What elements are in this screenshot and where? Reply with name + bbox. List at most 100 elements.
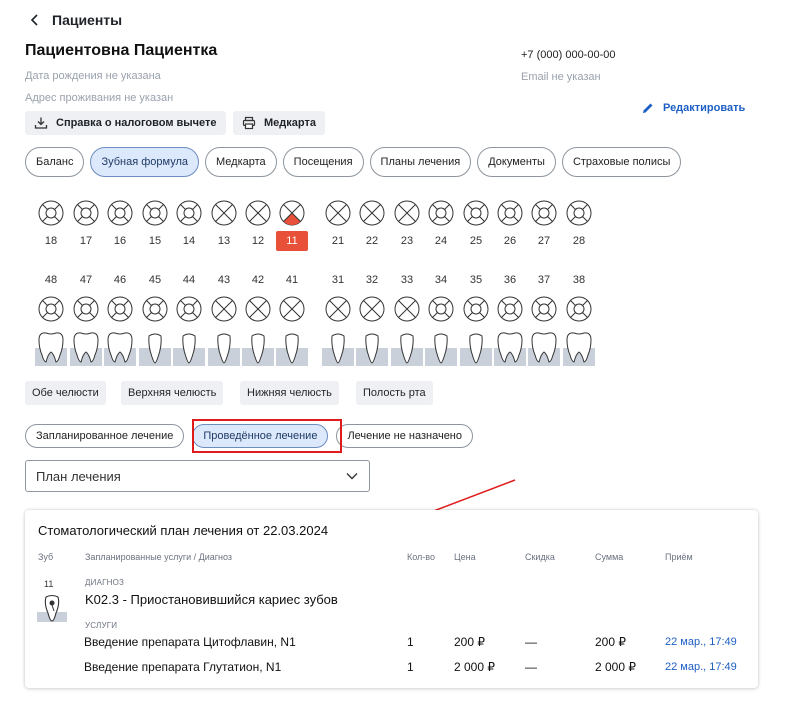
molar-root-icon[interactable] xyxy=(35,330,67,366)
tooth-number[interactable]: 42 xyxy=(245,270,271,290)
tooth-15-icon[interactable] xyxy=(142,200,168,226)
tab-treatment-plans[interactable]: Планы лечения xyxy=(369,147,472,177)
molar-root-icon[interactable] xyxy=(104,330,136,366)
tooth-number[interactable]: 12 xyxy=(245,231,271,251)
tooth-number[interactable]: 36 xyxy=(497,270,523,290)
tooth-number[interactable]: 22 xyxy=(359,231,385,251)
tooth-number[interactable]: 43 xyxy=(211,270,237,290)
tooth-number[interactable]: 15 xyxy=(142,231,168,251)
tooth-24-icon[interactable] xyxy=(428,200,454,226)
tab-dental-formula[interactable]: Зубная формула xyxy=(90,147,199,177)
tooth-number[interactable]: 11 xyxy=(276,231,308,251)
tooth-number[interactable]: 34 xyxy=(428,270,454,290)
jaw-lower-button[interactable]: Нижняя челюсть xyxy=(240,381,339,405)
tooth-root-icon[interactable] xyxy=(356,330,388,366)
oral-cavity-button[interactable]: Полость рта xyxy=(356,381,433,405)
tooth-37-icon[interactable] xyxy=(531,296,557,322)
tooth-number[interactable]: 32 xyxy=(359,270,385,290)
tooth-number[interactable]: 48 xyxy=(38,270,64,290)
tooth-number[interactable]: 46 xyxy=(107,270,133,290)
tooth-number[interactable]: 17 xyxy=(73,231,99,251)
tooth-14-icon[interactable] xyxy=(176,200,202,226)
tooth-34-icon[interactable] xyxy=(428,296,454,322)
tooth-number[interactable]: 25 xyxy=(463,231,489,251)
molar-root-icon[interactable] xyxy=(563,330,595,366)
tooth-number[interactable]: 31 xyxy=(325,270,351,290)
tooth-25-icon[interactable] xyxy=(463,200,489,226)
tooth-number[interactable]: 23 xyxy=(394,231,420,251)
service-visit-link[interactable]: 22 мар., 17:49 xyxy=(665,636,737,648)
tab-medcard[interactable]: Медкарта xyxy=(205,147,277,177)
tooth-number[interactable]: 38 xyxy=(566,270,592,290)
tooth-33-icon[interactable] xyxy=(394,296,420,322)
tab-visits[interactable]: Посещения xyxy=(282,147,364,177)
tooth-number[interactable]: 27 xyxy=(531,231,557,251)
back-link[interactable]: Пациенты xyxy=(28,10,122,30)
tooth-22-icon[interactable] xyxy=(359,200,385,226)
tooth-number[interactable]: 47 xyxy=(73,270,99,290)
jaw-both-button[interactable]: Обе челюсти xyxy=(25,381,106,405)
molar-root-icon[interactable] xyxy=(528,330,560,366)
tooth-18-icon[interactable] xyxy=(38,200,64,226)
tooth-number[interactable]: 24 xyxy=(428,231,454,251)
tooth-32-icon[interactable] xyxy=(359,296,385,322)
tax-certificate-button[interactable]: Справка о налоговом вычете xyxy=(25,111,226,135)
tooth-11-icon[interactable] xyxy=(279,200,305,226)
tooth-42-icon[interactable] xyxy=(245,296,271,322)
tooth-47-icon[interactable] xyxy=(73,296,99,322)
tooth-root-icon[interactable] xyxy=(391,330,423,366)
tab-documents[interactable]: Документы xyxy=(477,147,556,177)
tooth-root-icon[interactable] xyxy=(425,330,457,366)
tab-insurance[interactable]: Страховые полисы xyxy=(561,147,682,177)
tooth-48-icon[interactable] xyxy=(38,296,64,322)
tooth-13-icon[interactable] xyxy=(211,200,237,226)
tooth-root-icon[interactable] xyxy=(460,330,492,366)
tooth-number[interactable]: 37 xyxy=(531,270,557,290)
tooth-number[interactable]: 18 xyxy=(38,231,64,251)
tooth-number[interactable]: 41 xyxy=(279,270,305,290)
tab-no-treatment[interactable]: Лечение не назначено xyxy=(336,424,474,448)
molar-root-icon[interactable] xyxy=(494,330,526,366)
tooth-number[interactable]: 44 xyxy=(176,270,202,290)
tooth-46-icon[interactable] xyxy=(107,296,133,322)
tooth-root-icon[interactable] xyxy=(208,330,240,366)
tooth-43-icon[interactable] xyxy=(211,296,237,322)
jaw-upper-button[interactable]: Верхняя челюсть xyxy=(121,381,224,405)
tooth-number[interactable]: 16 xyxy=(107,231,133,251)
tooth-number[interactable]: 33 xyxy=(394,270,420,290)
medcard-print-button[interactable]: Медкарта xyxy=(233,111,325,135)
service-visit-link[interactable]: 22 мар., 17:49 xyxy=(665,661,737,673)
tooth-number[interactable]: 13 xyxy=(211,231,237,251)
tooth-28-icon[interactable] xyxy=(566,200,592,226)
tooth-23-icon[interactable] xyxy=(394,200,420,226)
tooth-16-icon[interactable] xyxy=(107,200,133,226)
edit-button[interactable]: Редактировать xyxy=(641,101,745,115)
tooth-45-icon[interactable] xyxy=(142,296,168,322)
tooth-number[interactable]: 14 xyxy=(176,231,202,251)
tab-planned-treatment[interactable]: Запланированное лечение xyxy=(25,424,185,448)
tooth-number[interactable]: 45 xyxy=(142,270,168,290)
tooth-root-icon[interactable] xyxy=(276,330,308,366)
tab-balance[interactable]: Баланс xyxy=(25,147,85,177)
molar-root-icon[interactable] xyxy=(70,330,102,366)
tooth-26-icon[interactable] xyxy=(497,200,523,226)
tooth-root-icon[interactable] xyxy=(242,330,274,366)
tooth-35-icon[interactable] xyxy=(463,296,489,322)
tooth-number[interactable]: 28 xyxy=(566,231,592,251)
tooth-number[interactable]: 21 xyxy=(325,231,351,251)
tooth-38-icon[interactable] xyxy=(566,296,592,322)
tooth-17-icon[interactable] xyxy=(73,200,99,226)
tooth-21-icon[interactable] xyxy=(325,200,351,226)
tooth-31-icon[interactable] xyxy=(325,296,351,322)
tooth-44-icon[interactable] xyxy=(176,296,202,322)
tooth-root-icon[interactable] xyxy=(139,330,171,366)
treatment-plan-select[interactable]: План лечения xyxy=(25,460,370,492)
tooth-12-icon[interactable] xyxy=(245,200,271,226)
tooth-36-icon[interactable] xyxy=(497,296,523,322)
tooth-41-icon[interactable] xyxy=(279,296,305,322)
tooth-number[interactable]: 26 xyxy=(497,231,523,251)
tooth-27-icon[interactable] xyxy=(531,200,557,226)
tooth-root-icon[interactable] xyxy=(173,330,205,366)
tooth-root-icon[interactable] xyxy=(322,330,354,366)
tooth-number[interactable]: 35 xyxy=(463,270,489,290)
